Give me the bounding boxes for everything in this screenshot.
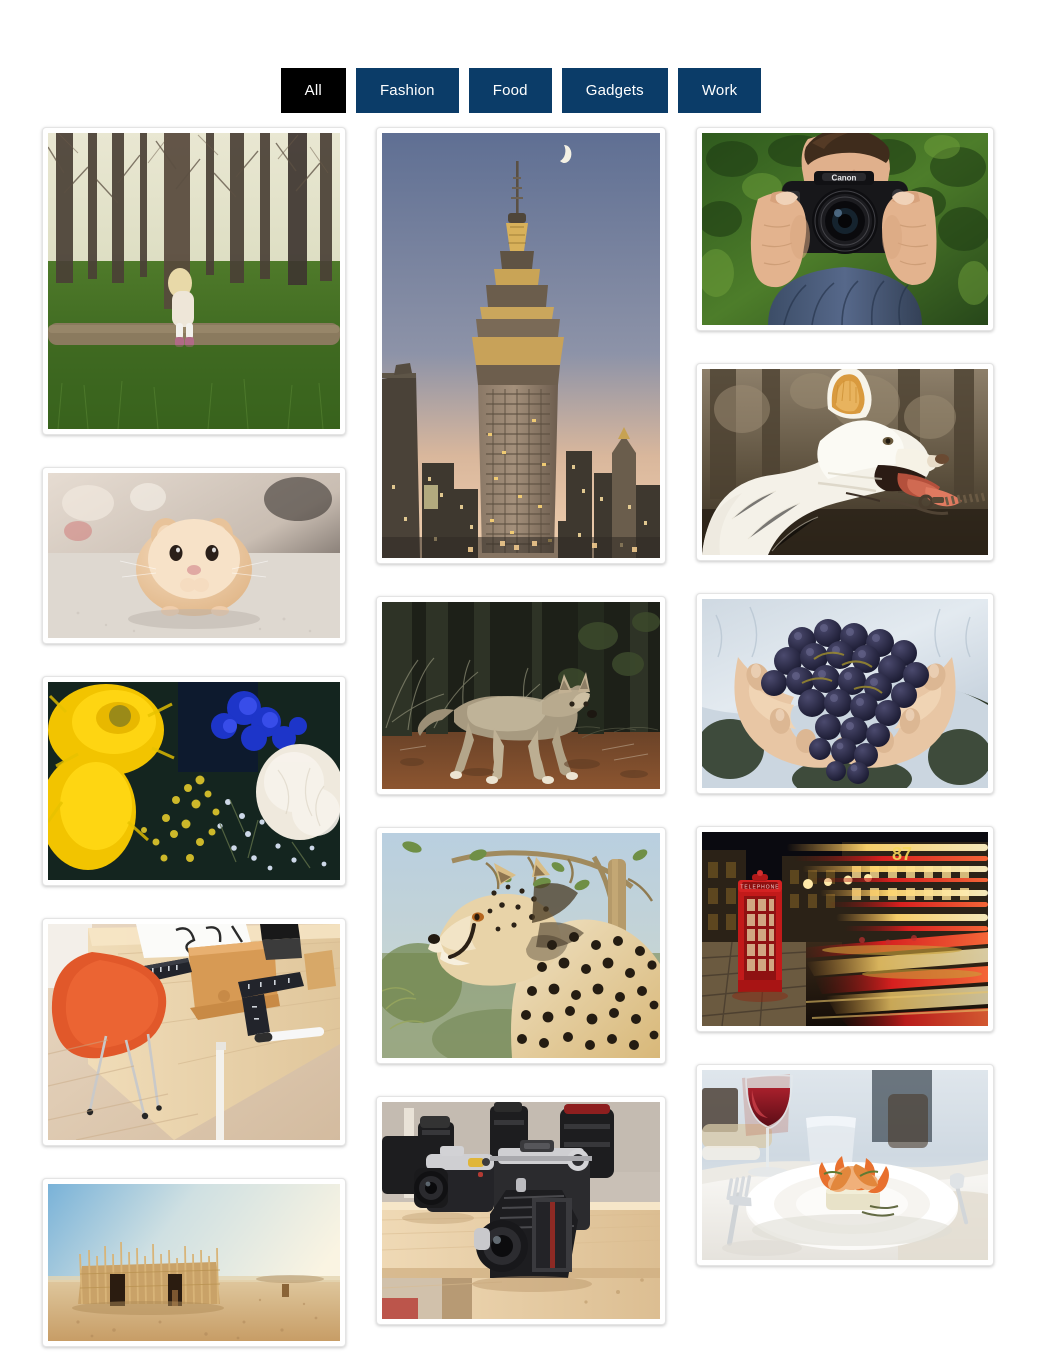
gallery-column-1	[42, 127, 346, 1347]
photo-fine-dining	[702, 1070, 988, 1260]
photo-desert-hut	[48, 1184, 340, 1341]
filter-button-work[interactable]: Work	[677, 68, 762, 113]
filter-button-all[interactable]: All	[280, 68, 346, 113]
photo-hamster	[48, 473, 340, 638]
photo-coyote	[382, 602, 660, 789]
filter-button-food[interactable]: Food	[468, 68, 552, 113]
svg-text:87: 87	[892, 844, 912, 864]
gallery-item-cheetah[interactable]	[376, 827, 666, 1064]
gallery-item-flowers[interactable]	[42, 676, 346, 886]
gallery-item-white-dog[interactable]	[696, 363, 994, 561]
photo-white-dog	[702, 369, 988, 555]
gallery-item-photographer[interactable]: Canon	[696, 127, 994, 331]
gallery-item-empire-state[interactable]	[376, 127, 666, 564]
gallery-item-vintage-cameras[interactable]	[376, 1096, 666, 1325]
gallery-item-grapes[interactable]	[696, 593, 994, 794]
photo-photographer: Canon	[702, 133, 988, 325]
gallery-app: All Fashion Food Gadgets Work Canon 87 T…	[0, 0, 1042, 1358]
gallery-item-coyote[interactable]	[376, 596, 666, 795]
gallery-item-child-forest[interactable]	[42, 127, 346, 435]
gallery-item-desk-chair[interactable]	[42, 918, 346, 1146]
photo-flowers	[48, 682, 340, 880]
photo-empire-state	[382, 133, 660, 558]
gallery-item-london-night[interactable]: 87 TELEPHONE	[696, 826, 994, 1032]
svg-text:TELEPHONE: TELEPHONE	[740, 885, 779, 891]
gallery-item-desert-hut[interactable]	[42, 1178, 346, 1347]
photo-london-night: 87 TELEPHONE	[702, 832, 988, 1026]
svg-text:Canon: Canon	[832, 174, 857, 183]
gallery-filter-bar: All Fashion Food Gadgets Work	[0, 0, 1042, 128]
gallery-column-2	[376, 127, 666, 1325]
filter-button-gadgets[interactable]: Gadgets	[561, 68, 668, 113]
photo-vintage-cameras	[382, 1102, 660, 1319]
gallery-grid: Canon 87 TELEPHONE	[42, 127, 1000, 1347]
filter-button-fashion[interactable]: Fashion	[355, 68, 459, 113]
gallery-item-fine-dining[interactable]	[696, 1064, 994, 1266]
gallery-column-3: Canon 87 TELEPHONE	[696, 127, 994, 1266]
photo-cheetah	[382, 833, 660, 1058]
gallery-item-hamster[interactable]	[42, 467, 346, 644]
photo-grapes	[702, 599, 988, 788]
photo-desk-chair	[48, 924, 340, 1140]
photo-child-forest	[48, 133, 340, 429]
